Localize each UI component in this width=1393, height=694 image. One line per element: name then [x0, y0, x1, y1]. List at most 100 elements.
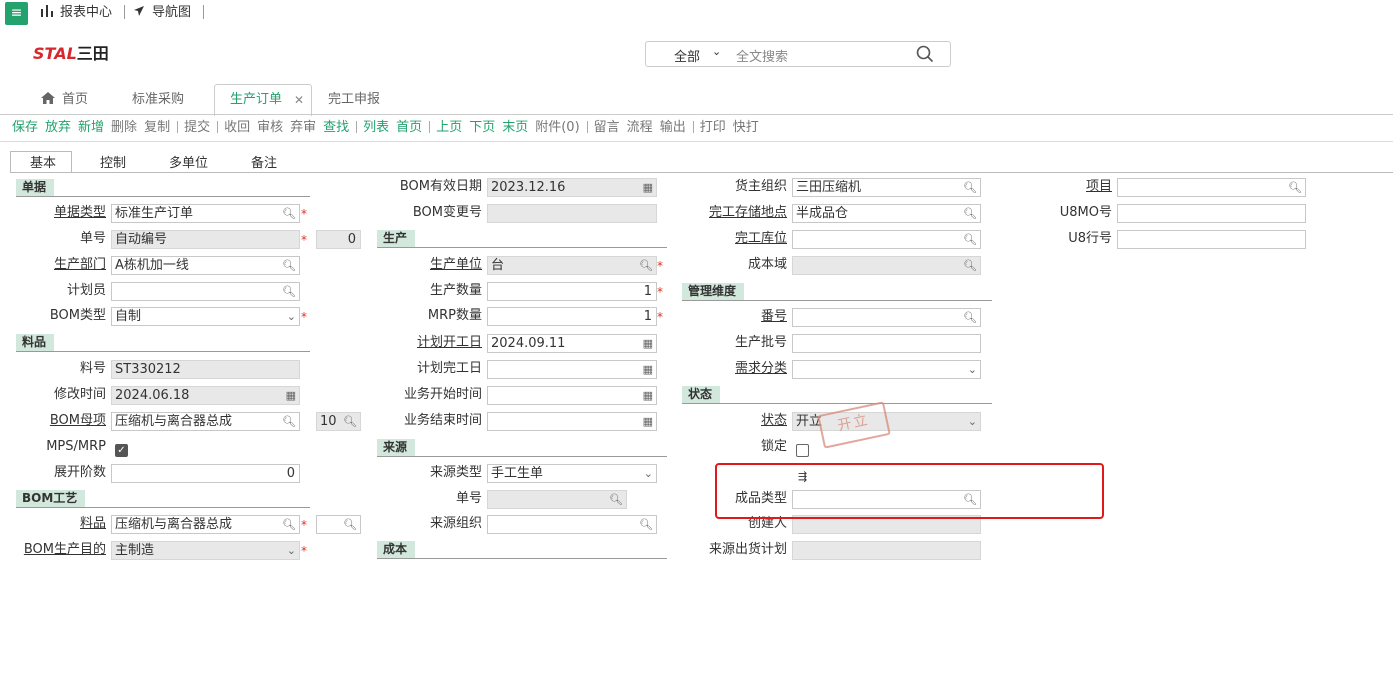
search-icon[interactable]	[916, 45, 934, 67]
toolbar-button[interactable]: 放弃	[45, 119, 71, 137]
route-version-field[interactable]: 🔍︎	[316, 515, 361, 534]
label-finish-location[interactable]: 完工存储地点	[677, 204, 787, 222]
label-prod-batch: 生产批号	[734, 335, 787, 350]
project-field[interactable]: 🔍︎	[1117, 178, 1306, 197]
label-source-ship-plan: 来源出货计划	[708, 542, 787, 557]
label-owner-org: 货主组织	[734, 179, 787, 194]
label-bom-purpose[interactable]: BOM生产目的	[6, 541, 106, 559]
label-finish-bin[interactable]: 完工库位	[677, 230, 787, 248]
toolbar-button[interactable]: 快打	[733, 119, 759, 137]
bom-type-select[interactable]: 自制 ⌄	[111, 307, 300, 326]
label-prod-qty: 生产数量	[429, 283, 482, 298]
divider	[377, 456, 667, 457]
source-org-field[interactable]: 🔍︎	[487, 515, 657, 534]
form-tab-multi-unit[interactable]: 多单位	[169, 155, 208, 172]
toolbar-button[interactable]: 复制	[144, 119, 170, 137]
label-demand-class[interactable]: 需求分类	[677, 360, 787, 378]
demand-class-select[interactable]: ⌄	[792, 360, 981, 379]
search-icon: 🔍︎	[282, 415, 296, 428]
toolbar-button[interactable]: 附件(0)	[535, 119, 579, 137]
global-search[interactable]: 全部 ⌄ 全文搜索	[645, 41, 951, 67]
tab-home[interactable]: 首页	[62, 86, 88, 114]
bom-parent-field[interactable]: 压缩机与离合器总成 🔍︎	[111, 412, 300, 431]
divider	[0, 114, 1393, 115]
chevron-down-icon: ⌄	[286, 544, 296, 557]
u8mo-field[interactable]	[1117, 204, 1306, 223]
label-prod-dept[interactable]: 生产部门	[6, 256, 106, 274]
search-scope-select[interactable]: 全部	[674, 46, 700, 65]
toolbar-button[interactable]: 打印	[700, 119, 726, 137]
nav-map-link[interactable]: 导航图	[152, 4, 191, 22]
serial-field[interactable]: 🔍︎	[792, 308, 981, 327]
label-prod-unit[interactable]: 生产单位	[372, 256, 482, 274]
prod-dept-field[interactable]: A栋机加一线 🔍︎	[111, 256, 300, 275]
menu-icon[interactable]: ≡	[5, 2, 28, 25]
toolbar-button[interactable]: 流程	[627, 119, 653, 137]
lock-checkbox[interactable]	[796, 444, 809, 457]
toolbar-button[interactable]: 删除	[111, 119, 137, 137]
calendar-icon: ▦	[642, 337, 653, 350]
search-icon: 🔍︎	[282, 207, 296, 220]
biz-start-field[interactable]: ▦	[487, 386, 657, 405]
toolbar-button[interactable]: 上页	[436, 119, 462, 137]
form-tab-basic-label[interactable]: 基本	[30, 155, 56, 172]
finish-location-field[interactable]: 半成品仓 🔍︎	[792, 204, 981, 223]
toolbar-button[interactable]: 新增	[78, 119, 104, 137]
label-mps-mrp: MPS/MRP	[46, 439, 106, 454]
toolbar-button[interactable]: 弃审	[290, 119, 316, 137]
label-bom-parent[interactable]: BOM母项	[6, 412, 106, 430]
finish-bin-field[interactable]: 🔍︎	[792, 230, 981, 249]
label-doc-type[interactable]: 单据类型	[6, 204, 106, 222]
divider	[10, 172, 1393, 173]
form-tab-control[interactable]: 控制	[100, 155, 126, 172]
plan-finish-field[interactable]: ▦	[487, 360, 657, 379]
plan-start-field[interactable]: 2024.09.11 ▦	[487, 334, 657, 353]
mrp-qty-field[interactable]: 1	[487, 307, 657, 326]
label-route-item[interactable]: 料品	[6, 515, 106, 533]
u8row-field[interactable]	[1117, 230, 1306, 249]
toolbar-button[interactable]: 保存	[12, 119, 38, 137]
toolbar-button[interactable]: 末页	[502, 119, 528, 137]
toolbar-button[interactable]: 输出	[660, 119, 686, 137]
calendar-icon: ▦	[642, 363, 653, 376]
divider	[377, 558, 667, 559]
mps-mrp-checkbox[interactable]: ✓	[115, 444, 128, 457]
prod-batch-field[interactable]	[792, 334, 981, 353]
close-icon[interactable]: ✕	[294, 86, 304, 114]
divider	[0, 141, 1393, 142]
expand-level-field[interactable]: 0	[111, 464, 300, 483]
toolbar-button[interactable]: 提交	[184, 119, 210, 137]
label-serial[interactable]: 番号	[677, 308, 787, 326]
divider	[16, 351, 310, 352]
biz-end-field[interactable]: ▦	[487, 412, 657, 431]
toolbar-button[interactable]: 收回	[224, 119, 250, 137]
source-type-select[interactable]: 手工生单 ⌄	[487, 464, 657, 483]
doc-type-field[interactable]: 标准生产订单 🔍︎	[111, 204, 300, 223]
bom-purpose-select: 主制造 ⌄	[111, 541, 300, 560]
toolbar-button[interactable]: 审核	[257, 119, 283, 137]
label-project[interactable]: 项目	[1000, 178, 1112, 196]
toolbar: 保存 放弃 新增 删除 复制 提交 收回 审核 弃审 查找 列表 首页 上页 下页 末页 附件(0) 留言 流程输…	[12, 119, 766, 137]
tab-production-order-label[interactable]: 生产订单	[230, 86, 282, 114]
form-tab-remarks[interactable]: 备注	[251, 155, 277, 172]
item-no-field: ST330212	[111, 360, 300, 379]
section-bom-route: BOM工艺	[16, 490, 86, 507]
search-icon: 🔍︎	[282, 518, 296, 531]
report-center-link[interactable]: 报表中心	[60, 4, 112, 22]
label-plan-start[interactable]: 计划开工日	[372, 334, 482, 352]
chevron-down-icon: ⌄	[967, 415, 977, 428]
toolbar-button[interactable]: 下页	[469, 119, 495, 137]
tab-completion[interactable]: 完工申报	[328, 86, 380, 114]
tab-purchase[interactable]: 标准采购	[132, 86, 184, 114]
toolbar-button[interactable]: 留言	[594, 119, 620, 137]
owner-org-field[interactable]: 三田压缩机 🔍︎	[792, 178, 981, 197]
route-item-field[interactable]: 压缩机与离合器总成 🔍︎	[111, 515, 300, 534]
toolbar-button[interactable]: 列表	[363, 119, 389, 137]
search-input[interactable]: 全文搜索	[736, 46, 788, 65]
toolbar-button[interactable]: 查找	[323, 119, 349, 137]
toolbar-button[interactable]: 首页	[396, 119, 422, 137]
divider	[682, 403, 992, 404]
label-status[interactable]: 状态	[677, 412, 787, 430]
prod-qty-field[interactable]: 1	[487, 282, 657, 301]
planner-field[interactable]: 🔍︎	[111, 282, 300, 301]
